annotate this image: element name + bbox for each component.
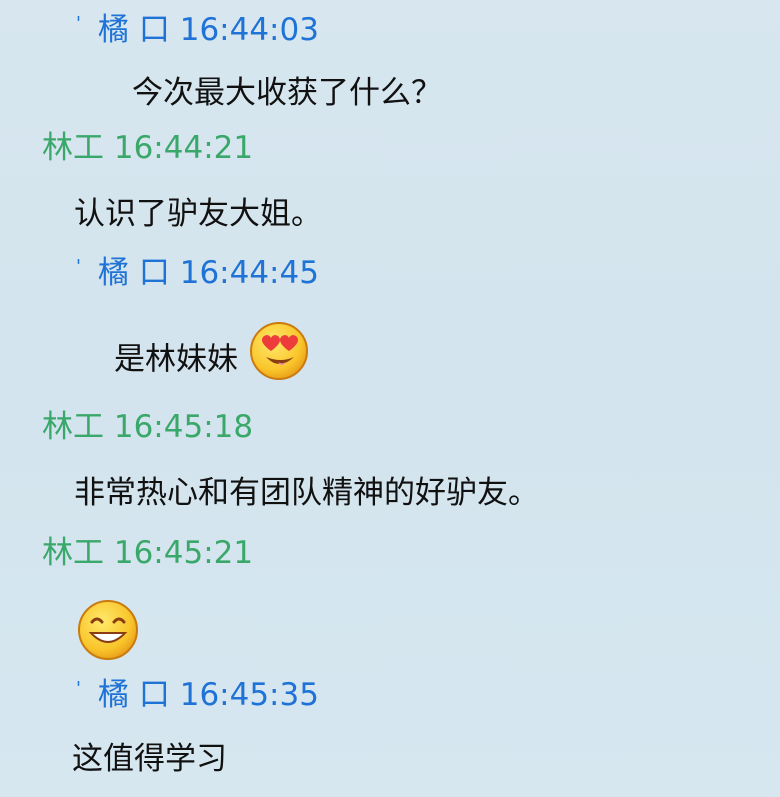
message-header: 林工 16:45:21 <box>42 535 253 571</box>
sender-name: 橘 口 <box>98 12 170 48</box>
message-text: 这值得学习 <box>72 741 227 777</box>
sender-name: 橘 口 <box>98 255 170 291</box>
sender-name: 橘 口 <box>98 677 170 713</box>
grin-emoji <box>76 598 140 671</box>
timestamp: 16:44:45 <box>179 255 319 291</box>
message-header: ' 橘 口 16:45:35 <box>76 677 319 713</box>
message-text: 认识了驴友大姐。 <box>74 196 322 232</box>
chat-history: ' 橘 口 16:44:03 今次最大收获了什么？ 林工 16:44:21 认识… <box>0 0 780 797</box>
message-header: ' 橘 口 16:44:45 <box>76 255 319 291</box>
message-text: 今次最大收获了什么？ <box>132 75 442 111</box>
sender-name: 林工 <box>42 130 104 166</box>
message-header: ' 橘 口 16:44:03 <box>76 12 319 48</box>
message-text: 是林妹妹 <box>114 341 238 378</box>
timestamp: 16:45:18 <box>113 409 254 445</box>
sender-name: 林工 <box>42 409 104 445</box>
timestamp: 16:44:03 <box>179 12 319 48</box>
tick-mark: ' <box>76 678 81 699</box>
message-text: 非常热心和有团队精神的好驴友。 <box>74 475 539 511</box>
message-header: 林工 16:44:21 <box>42 130 253 166</box>
sender-name: 林工 <box>42 535 104 571</box>
timestamp: 16:45:21 <box>113 535 254 571</box>
message-emoji-only <box>76 598 140 671</box>
tick-mark: ' <box>76 13 81 34</box>
message-text-with-emoji: 是林妹妹 <box>114 320 310 402</box>
timestamp: 16:44:21 <box>113 130 254 166</box>
message-header: 林工 16:45:18 <box>42 409 253 445</box>
tick-mark: ' <box>76 256 81 277</box>
timestamp: 16:45:35 <box>179 677 319 713</box>
heart-eyes-emoji <box>248 320 310 402</box>
